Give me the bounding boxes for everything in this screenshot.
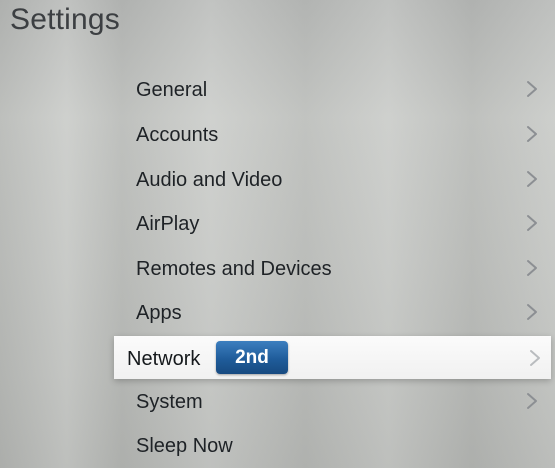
menu-item-accounts[interactable]: Accounts — [0, 112, 555, 156]
menu-item-label: Accounts — [136, 124, 219, 146]
menu-item-label: Sleep Now — [136, 435, 233, 457]
menu-item-general[interactable]: General — [0, 67, 555, 111]
menu-item-remotes-and-devices[interactable]: Remotes and Devices — [0, 246, 555, 290]
menu-item-airplay[interactable]: AirPlay — [0, 201, 555, 245]
chevron-right-icon — [527, 126, 537, 142]
page-title: Settings — [10, 3, 120, 36]
menu-item-label: AirPlay — [136, 213, 200, 235]
chevron-right-icon — [527, 171, 537, 187]
menu-item-network[interactable]: Network 2nd — [114, 336, 551, 379]
menu-item-label: System — [136, 391, 203, 413]
chevron-right-icon — [527, 260, 537, 276]
step-badge: 2nd — [216, 341, 288, 374]
menu-item-label: General — [136, 79, 208, 101]
menu-item-label: Network — [127, 348, 201, 370]
menu-item-label: Remotes and Devices — [136, 258, 332, 280]
menu-item-audio-and-video[interactable]: Audio and Video — [0, 157, 555, 201]
menu-item-label: Audio and Video — [136, 169, 283, 191]
menu-item-label: Apps — [136, 302, 182, 324]
chevron-right-icon — [527, 393, 537, 409]
chevron-right-icon — [527, 215, 537, 231]
menu-item-sleep-now[interactable]: Sleep Now — [0, 423, 555, 467]
chevron-right-icon — [527, 304, 537, 320]
chevron-right-icon — [530, 350, 540, 366]
menu-item-apps[interactable]: Apps — [0, 290, 555, 334]
chevron-right-icon — [527, 81, 537, 97]
menu-item-system[interactable]: System — [0, 379, 555, 423]
